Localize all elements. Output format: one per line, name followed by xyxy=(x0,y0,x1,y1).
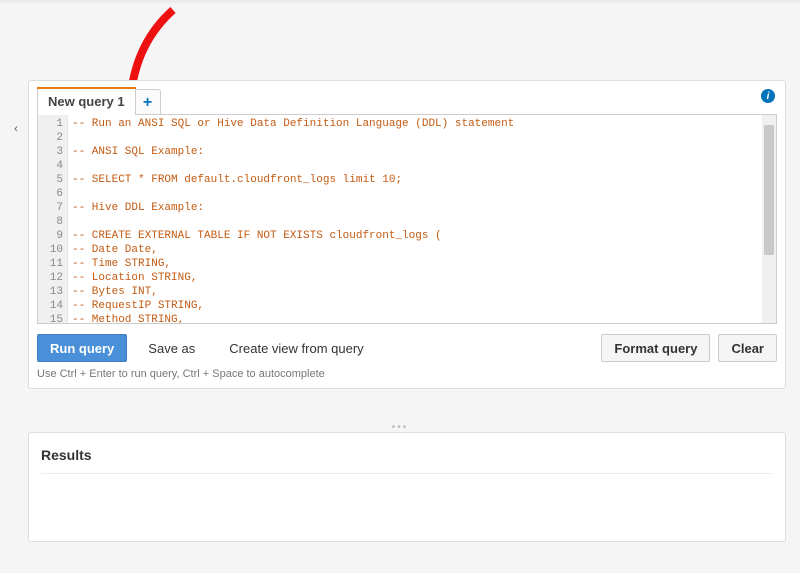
line-number: 8 xyxy=(38,215,63,229)
query-editor-panel: New query 1 + i 123456789101112131415161… xyxy=(28,80,786,389)
results-panel: Results xyxy=(28,432,786,542)
sql-editor[interactable]: 123456789101112131415161718192021 -- Run… xyxy=(37,114,777,324)
line-number: 15 xyxy=(38,313,63,324)
query-tabs: New query 1 + i xyxy=(37,87,777,115)
line-number: 6 xyxy=(38,187,63,201)
clear-button[interactable]: Clear xyxy=(718,334,777,362)
line-number: 3 xyxy=(38,145,63,159)
info-icon[interactable]: i xyxy=(761,89,775,103)
line-number: 2 xyxy=(38,131,63,145)
line-number: 5 xyxy=(38,173,63,187)
editor-gutter: 123456789101112131415161718192021 xyxy=(38,115,68,323)
line-number: 4 xyxy=(38,159,63,173)
line-number: 10 xyxy=(38,243,63,257)
save-as-button[interactable]: Save as xyxy=(135,334,208,362)
scrollbar-thumb[interactable] xyxy=(764,125,774,255)
run-query-button[interactable]: Run query xyxy=(37,334,127,362)
editor-scrollbar[interactable] xyxy=(762,115,776,323)
plus-icon: + xyxy=(143,94,152,112)
chevron-left-icon: ‹ xyxy=(14,123,18,135)
tab-new-query-1[interactable]: New query 1 xyxy=(37,87,136,115)
editor-code-area[interactable]: -- Run an ANSI SQL or Hive Data Definiti… xyxy=(68,115,762,323)
line-number: 11 xyxy=(38,257,63,271)
sidebar-expand-toggle[interactable]: ‹ xyxy=(9,120,23,138)
tab-label: New query 1 xyxy=(48,94,125,109)
keyboard-hint: Use Ctrl + Enter to run query, Ctrl + Sp… xyxy=(37,368,777,384)
line-number: 7 xyxy=(38,201,63,215)
create-view-button[interactable]: Create view from query xyxy=(216,334,376,362)
line-number: 14 xyxy=(38,299,63,313)
results-title: Results xyxy=(41,447,773,474)
line-number: 9 xyxy=(38,229,63,243)
line-number: 13 xyxy=(38,285,63,299)
line-number: 1 xyxy=(38,117,63,131)
add-tab-button[interactable]: + xyxy=(135,89,161,115)
editor-toolbar: Run query Save as Create view from query… xyxy=(37,324,777,368)
line-number: 12 xyxy=(38,271,63,285)
format-query-button[interactable]: Format query xyxy=(601,334,710,362)
